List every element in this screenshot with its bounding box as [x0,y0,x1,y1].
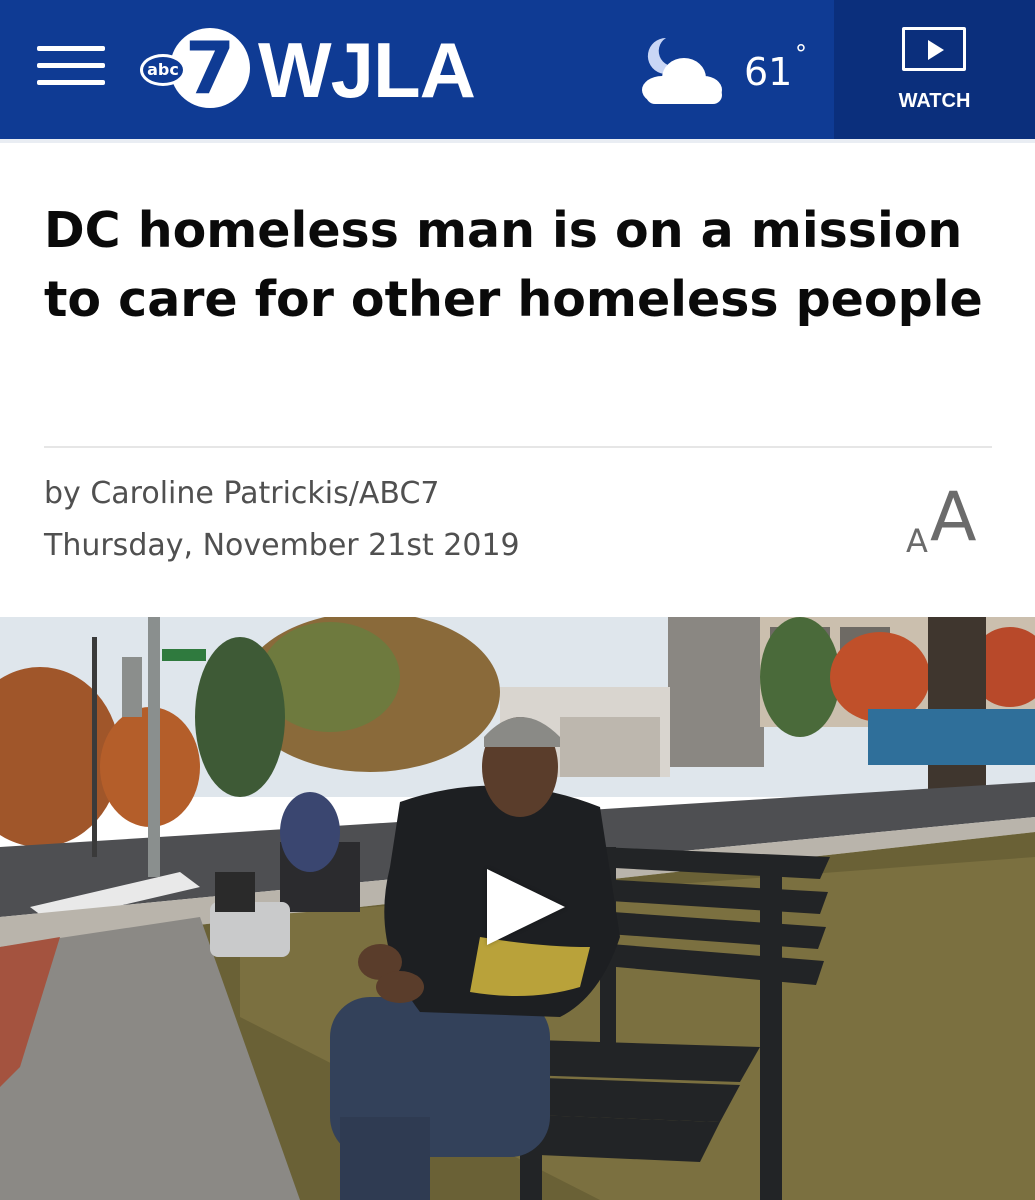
temperature-value[interactable]: 61 [744,50,792,94]
text-size-small-glyph: A [906,522,928,560]
logo-abc-badge: abc [140,54,186,86]
headline-divider [44,446,992,448]
logo-station-name: WJLA [258,26,476,114]
article-headline: DC homeless man is on a mission to care … [44,202,983,328]
article-byline: by Caroline Patrickis/ABC7 [44,476,440,511]
text-size-button[interactable]: A A [906,478,996,560]
watch-button[interactable]: WATCH [834,0,1035,139]
station-logo[interactable]: 7 abc WJLA [140,24,480,114]
video-thumbnail[interactable] [0,617,1035,1200]
text-size-large-glyph: A [930,478,977,557]
play-icon[interactable] [487,869,565,945]
article-date: Thursday, November 21st 2019 [44,528,520,563]
play-icon [902,27,966,71]
temperature-unit: ° [795,40,807,68]
partly-cloudy-night-icon [642,37,722,104]
hamburger-menu-icon[interactable] [37,46,105,86]
header-divider [0,139,1035,143]
site-header: 7 abc WJLA 61 ° WATCH [0,0,1035,139]
watch-label: WATCH [898,90,971,112]
